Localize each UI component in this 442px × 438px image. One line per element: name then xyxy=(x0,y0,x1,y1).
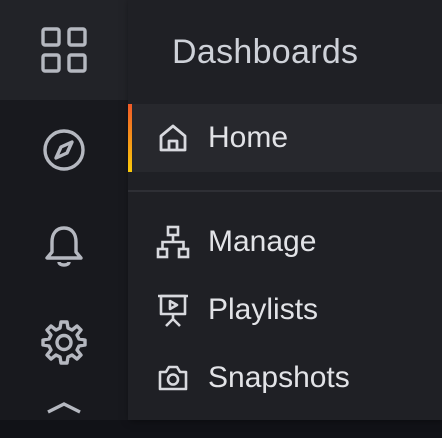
sidebar-item-dashboards[interactable] xyxy=(0,0,128,100)
menu-item-label: Playlists xyxy=(208,293,319,326)
menu-item-label: Manage xyxy=(208,225,317,258)
alerting-icon xyxy=(43,224,85,270)
menu-item-snapshots[interactable]: Snapshots xyxy=(128,344,442,412)
sidebar-item-server-admin[interactable] xyxy=(0,398,128,438)
dashboards-flyout-menu: Dashboards Home Manage Playlists Snapsho… xyxy=(128,0,442,420)
shield-icon xyxy=(44,398,84,438)
sidebar-item-explore[interactable] xyxy=(0,100,128,200)
sidebar xyxy=(0,0,128,420)
menu-item-home[interactable]: Home xyxy=(128,104,442,172)
sidebar-item-configuration[interactable] xyxy=(0,294,128,390)
home-icon xyxy=(156,121,190,155)
menu-item-label: Home xyxy=(208,121,289,154)
flyout-title[interactable]: Dashboards xyxy=(128,0,442,104)
configuration-icon xyxy=(41,319,87,365)
sidebar-item-alerting[interactable] xyxy=(0,200,128,294)
sitemap-icon xyxy=(156,225,190,259)
menu-item-playlists[interactable]: Playlists xyxy=(128,276,442,344)
presentation-play-icon xyxy=(156,293,190,327)
dashboards-icon xyxy=(40,26,88,74)
active-indicator xyxy=(128,104,132,172)
camera-icon xyxy=(156,361,190,395)
explore-icon xyxy=(41,127,87,173)
menu-item-label: Snapshots xyxy=(208,361,350,394)
menu-divider xyxy=(128,190,442,192)
menu-item-manage[interactable]: Manage xyxy=(128,208,442,276)
